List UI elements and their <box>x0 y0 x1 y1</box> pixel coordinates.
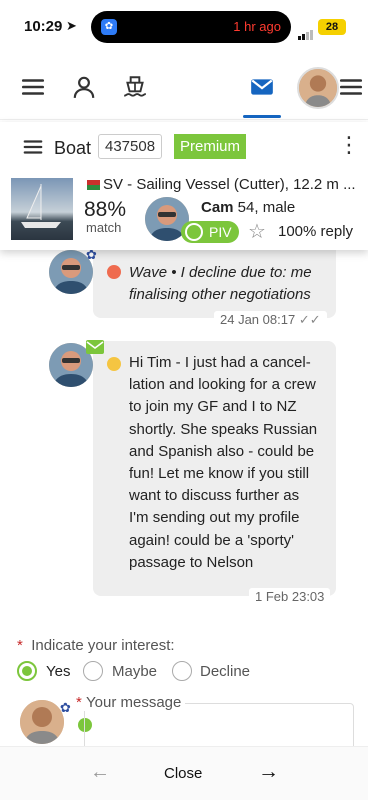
message-line: passage to Nelson <box>129 553 254 571</box>
captain-info: Cam 54, male <box>201 199 295 216</box>
message-line: fun! Let me know if you still <box>129 465 310 483</box>
piv-badge: PIV <box>181 221 239 243</box>
radio-maybe[interactable] <box>83 661 103 681</box>
message-line: lation and looking for a crew <box>129 376 316 394</box>
menu-icon[interactable] <box>16 70 50 104</box>
profile-icon[interactable] <box>67 70 101 104</box>
radio-yes[interactable] <box>17 661 37 681</box>
more-options-icon[interactable]: ⋮ <box>338 134 360 156</box>
boat-photo[interactable] <box>11 178 73 240</box>
match-percent: 88% <box>84 198 127 221</box>
verified-person-icon <box>185 223 203 241</box>
interest-label: * Indicate your interest: <box>17 637 175 654</box>
forward-arrow-icon[interactable]: → <box>258 760 279 784</box>
avatar[interactable] <box>297 67 339 109</box>
message-line: I'm sending out my profile <box>129 509 300 527</box>
message-line: shortly. She speaks Russian <box>129 420 318 438</box>
wave-icon: ✿ <box>60 700 71 715</box>
double-check-icon: ✓✓ <box>298 312 321 327</box>
notification-time: 1 hr ago <box>233 19 281 34</box>
battery-icon: 28 <box>318 19 346 35</box>
clock: 10:29 <box>24 18 63 35</box>
required-asterisk: * <box>76 694 82 711</box>
envelope-icon <box>86 340 104 354</box>
premium-badge: Premium <box>174 134 247 159</box>
reply-rate: 100% reply <box>278 223 354 240</box>
app-icon: ✿ <box>101 19 117 35</box>
message-line: Hi Tim - I just had a cancel- <box>129 354 311 371</box>
footer-bar: ← Close → <box>0 746 368 800</box>
back-arrow-icon[interactable]: ← <box>90 761 110 784</box>
mail-icon[interactable] <box>245 70 279 104</box>
message-line: finalising other negotiations <box>129 286 311 303</box>
my-avatar[interactable] <box>20 700 64 744</box>
close-button[interactable]: Close <box>164 765 202 782</box>
menu-icon[interactable] <box>22 136 44 163</box>
message-line: and Spanish also - could be <box>129 442 315 460</box>
message-time: 24 Jan 08:17 ✓✓ <box>214 311 327 329</box>
radio-maybe-label[interactable]: Maybe <box>112 663 157 680</box>
boat-id[interactable]: 437508 <box>98 134 163 159</box>
message-line: again! could be a 'sporty' <box>129 531 294 549</box>
star-icon[interactable]: ☆ <box>248 222 266 242</box>
required-asterisk: * <box>17 637 23 654</box>
dynamic-island[interactable]: ✿ 1 hr ago <box>91 11 291 43</box>
top-nav <box>0 52 368 120</box>
menu-icon[interactable] <box>336 70 366 104</box>
message-line: Wave • I decline due to: me <box>129 264 312 281</box>
vessel-description: SV - Sailing Vessel (Cutter), 12.2 m ... <box>103 176 356 193</box>
status-dot <box>107 265 121 279</box>
boat-label: Boat <box>54 138 92 158</box>
message-text: Hi Tim - I just had a cancel- lation and… <box>129 352 334 574</box>
signal-icon <box>298 22 314 40</box>
boat-icon[interactable] <box>118 70 152 104</box>
piv-label: PIV <box>209 224 232 240</box>
active-tab-indicator <box>243 115 281 118</box>
message-text: Wave • I decline due to: me finalising o… <box>129 262 334 306</box>
message-input-label-text: Your message <box>86 694 182 711</box>
match-label: match <box>86 220 122 235</box>
status-bar: 10:29 ➤ ✿ 1 hr ago 28 <box>0 0 368 52</box>
radio-decline[interactable] <box>172 661 192 681</box>
boat-card: Boat 437508 Premium ⋮ SV - Sailing Vesse… <box>0 122 368 250</box>
status-dot <box>107 357 121 371</box>
radio-decline-label[interactable]: Decline <box>200 663 250 680</box>
message-time: 1 Feb 23:03 <box>249 588 331 605</box>
captain-name: Cam <box>201 199 234 216</box>
message-input-label: * Your message <box>72 694 186 711</box>
message-line: want to discuss further as <box>129 487 300 505</box>
captain-details: 54, male <box>233 199 296 216</box>
interest-label-text: Indicate your interest: <box>31 637 175 654</box>
radio-yes-label[interactable]: Yes <box>46 663 70 680</box>
message-line: to join my GF and I to NZ <box>129 398 297 416</box>
location-arrow-icon: ➤ <box>66 18 77 33</box>
time-text: 24 Jan 08:17 <box>220 312 296 327</box>
flag-icon <box>87 180 100 190</box>
